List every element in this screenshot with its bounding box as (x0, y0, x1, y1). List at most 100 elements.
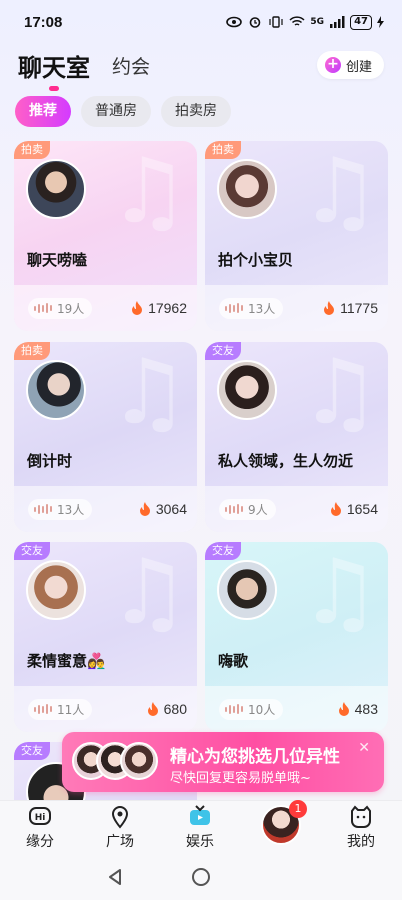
tab-chatroom[interactable]: 聊天室 (18, 48, 90, 91)
chip-normal-room[interactable]: 普通房 (81, 96, 151, 127)
tab-entertainment[interactable]: 娱乐 (165, 805, 235, 851)
room-footer: 13人 11775 (205, 285, 388, 331)
member-count: 13人 (28, 498, 93, 520)
audio-wave-icon (225, 704, 243, 714)
host-avatar (26, 159, 86, 219)
charging-icon (377, 16, 384, 28)
tab-me[interactable]: 我的 (326, 805, 396, 851)
heat-value: 1654 (330, 501, 378, 517)
audio-wave-icon (34, 504, 52, 514)
room-tag: 交友 (14, 742, 50, 760)
tab-square[interactable]: 广场 (85, 805, 155, 851)
room-tag: 拍卖 (14, 141, 50, 159)
room-title: 私人领域，生人勿近 (218, 452, 354, 470)
audio-wave-icon (34, 303, 52, 313)
audio-wave-icon (34, 704, 52, 714)
heat-text: 680 (163, 701, 187, 717)
svg-text:Hi: Hi (35, 813, 46, 823)
music-note-icon: ♫ (108, 141, 189, 244)
room-title: 倒计时 (27, 452, 73, 470)
room-title: 柔情蜜意👩‍❤️‍👨 (27, 652, 106, 670)
plus-icon: + (324, 57, 341, 73)
heat-value: 483 (338, 701, 378, 717)
room-title: 嗨歌 (218, 652, 249, 670)
tab-label: 广场 (106, 834, 134, 850)
host-avatar (217, 560, 277, 620)
heat-text: 483 (354, 701, 378, 717)
signal-icon (330, 16, 345, 28)
music-note-icon: ♫ (108, 342, 189, 445)
room-footer: 10人 483 (205, 686, 388, 732)
room-card[interactable]: ♫ 交友 柔情蜜意👩‍❤️‍👨 11人 680 (14, 542, 197, 732)
tv-icon (190, 805, 210, 825)
room-card[interactable]: ♫ 拍卖 倒计时 13人 3064 (14, 342, 197, 532)
wifi-icon (289, 16, 305, 26)
room-title: 聊天唠嗑 (27, 251, 88, 269)
back-icon[interactable] (106, 868, 124, 886)
flame-icon (338, 702, 349, 716)
tab-fate[interactable]: Hi 缘分 (5, 805, 75, 851)
heat-value: 3064 (139, 501, 187, 517)
host-avatar (26, 360, 86, 420)
heat-text: 1654 (346, 501, 378, 517)
match-promo-banner[interactable]: 精心为您挑选几位异性 尽快回复更容易脱单哦~ ✕ (62, 732, 384, 792)
host-avatar (26, 560, 86, 620)
room-tag: 交友 (205, 542, 241, 560)
room-card[interactable]: ♫ 交友 嗨歌 10人 483 (205, 542, 388, 732)
room-card[interactable]: ♫ 拍卖 拍个小宝贝 13人 11775 (205, 141, 388, 331)
member-count: 11人 (28, 698, 93, 720)
filter-chips: 推荐 普通房 拍卖房 (15, 96, 231, 127)
member-count-text: 10人 (248, 702, 276, 717)
chip-recommended[interactable]: 推荐 (15, 96, 71, 127)
flame-icon (139, 502, 150, 516)
music-note-icon: ♫ (299, 542, 380, 645)
music-note-icon: ♫ (299, 141, 380, 244)
room-footer: 19人 17962 (14, 285, 197, 331)
notification-badge: 1 (289, 800, 307, 818)
smiley-face-icon (351, 805, 371, 828)
chip-auction-room[interactable]: 拍卖房 (161, 96, 231, 127)
system-nav-bar (0, 855, 402, 900)
promo-subtext: 尽快回复更容易脱单哦~ (170, 771, 311, 786)
member-count: 9人 (219, 498, 276, 520)
room-tag: 拍卖 (14, 342, 50, 360)
close-icon[interactable]: ✕ (358, 740, 370, 756)
room-card[interactable]: ♫ 拍卖 聊天唠嗑 19人 17962 (14, 141, 197, 331)
music-note-icon: ♫ (108, 542, 189, 645)
create-button[interactable]: + 创建 (316, 51, 384, 79)
flame-icon (147, 702, 158, 716)
host-avatar (217, 360, 277, 420)
create-label: 创建 (345, 59, 372, 75)
promo-avatars (72, 742, 162, 782)
header: 聊天室 约会 + 创建 (18, 46, 384, 91)
page-title: 聊天室 (18, 53, 90, 82)
tab-label: 娱乐 (186, 834, 214, 850)
audio-wave-icon (225, 504, 243, 514)
tab-dating[interactable]: 约会 (112, 52, 150, 79)
heat-value: 680 (147, 701, 187, 717)
member-count: 10人 (219, 698, 284, 720)
battery-indicator: 47 (350, 14, 372, 30)
tab-label: 我的 (347, 834, 375, 850)
heat-text: 17962 (148, 300, 187, 316)
room-tag: 交友 (205, 342, 241, 360)
promo-headline: 精心为您挑选几位异性 (170, 747, 340, 767)
member-count-text: 13人 (248, 301, 276, 316)
room-footer: 11人 680 (14, 686, 197, 732)
room-card[interactable]: ♫ 交友 私人领域，生人勿近 9人 1654 (205, 342, 388, 532)
music-note-icon: ♫ (299, 342, 380, 445)
home-icon[interactable] (192, 868, 210, 886)
room-tag: 拍卖 (205, 141, 241, 159)
member-count: 13人 (219, 297, 284, 319)
hi-bubble-icon: Hi (29, 807, 51, 825)
heat-text: 11775 (340, 300, 378, 316)
flame-icon (324, 301, 335, 315)
active-tab-indicator (49, 85, 59, 91)
alarm-icon (250, 17, 261, 28)
status-icons: 5G 47 (226, 14, 384, 30)
member-count-text: 13人 (57, 502, 85, 517)
member-count-text: 9人 (248, 502, 268, 517)
room-tag: 交友 (14, 542, 50, 560)
member-count-text: 11人 (57, 702, 85, 717)
flame-icon (330, 502, 341, 516)
